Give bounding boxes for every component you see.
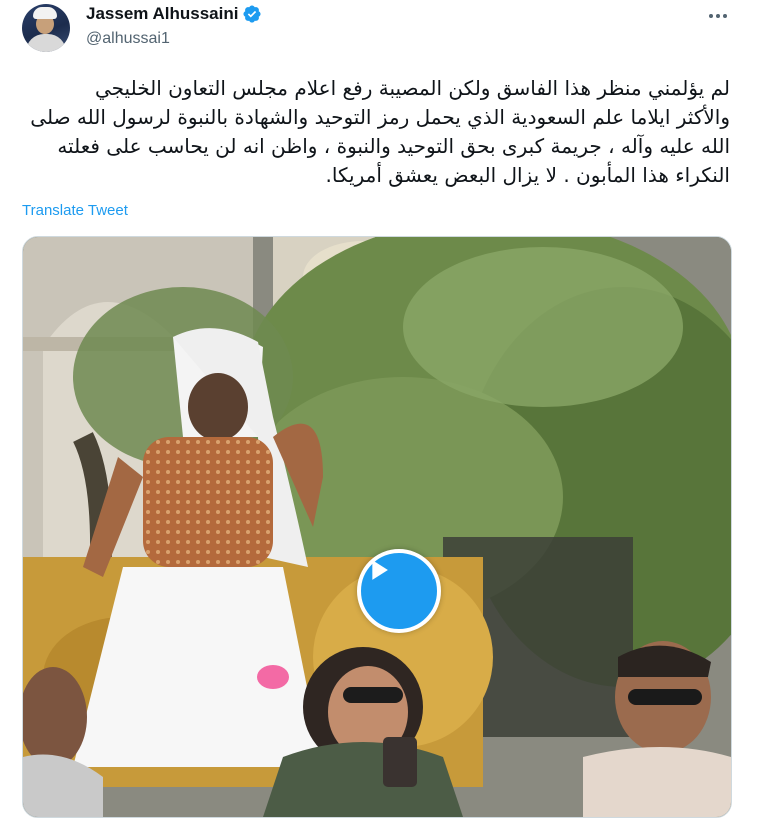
tweet-text: لم يؤلمني منظر هذا الفاسق ولكن المصيبة ر… <box>22 74 730 190</box>
translate-tweet-link[interactable]: Translate Tweet <box>22 202 128 219</box>
author-display-name[interactable]: Jassem Alhussaini <box>86 4 238 24</box>
tweet-text-line: النكراء هذا المأبون . لا يزال البعض يعشق… <box>325 163 730 187</box>
tweet-text-line: الله عليه وآله ، جريمة كبرى بحق التوحيد … <box>57 134 730 158</box>
avatar[interactable] <box>22 4 70 52</box>
play-icon <box>372 560 388 580</box>
more-options-icon[interactable] <box>704 4 732 28</box>
play-button[interactable] <box>357 549 441 633</box>
video-player[interactable] <box>22 236 732 818</box>
verified-badge-icon <box>243 5 261 23</box>
tweet-text-line: والأكثر ايلاما علم السعودية الذي يحمل رم… <box>30 105 730 129</box>
tweet-text-line: لم يؤلمني منظر هذا الفاسق ولكن المصيبة ر… <box>94 76 730 100</box>
tweet-card: Jassem Alhussaini @alhussai1 لم يؤلمني م… <box>0 0 761 818</box>
video-thumbnail <box>23 237 731 817</box>
author-name-row: Jassem Alhussaini <box>86 4 262 24</box>
author-handle[interactable]: @alhussai1 <box>86 30 170 48</box>
